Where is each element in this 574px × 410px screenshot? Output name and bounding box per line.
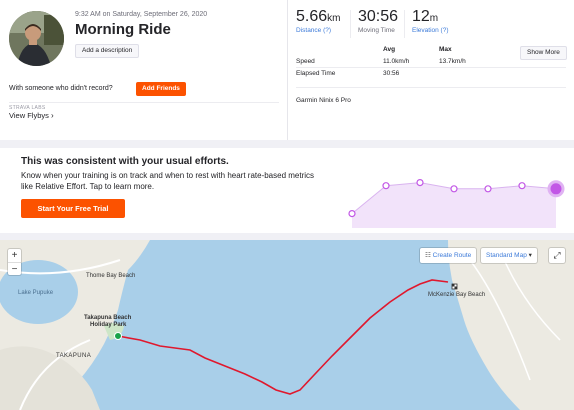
divider — [9, 102, 279, 103]
activity-stats: 5.66km Distance (?) 30:56 Moving Time 12… — [287, 0, 574, 140]
zoom-in-button[interactable]: + — [8, 249, 21, 262]
effort-title: This was consistent with your usual effo… — [21, 156, 229, 167]
distance-stat: 5.66km Distance (?) — [296, 8, 340, 34]
map-label-takapuna: TAKAPUNA — [56, 353, 92, 359]
zoom-controls: + − — [8, 249, 21, 275]
elapsed-time-value: 30:56 — [383, 70, 400, 77]
elapsed-time-label: Elapsed Time — [296, 70, 336, 77]
divider — [404, 10, 405, 38]
divider — [296, 67, 566, 68]
map-label-mckenzie: McKenzie Bay Beach — [428, 292, 486, 298]
elevation-value: 12 — [412, 8, 430, 25]
create-route-label: Create Route — [432, 252, 472, 259]
relative-effort-card[interactable]: This was consistent with your usual effo… — [0, 148, 574, 233]
friends-prompt: With someone who didn't record? — [9, 85, 113, 92]
trend-point — [382, 182, 390, 190]
athlete-avatar[interactable] — [9, 11, 64, 66]
map-style-dropdown[interactable]: Standard Map ▾ — [481, 248, 537, 263]
show-more-button[interactable]: Show More — [520, 46, 567, 60]
device-name: Garmin Ninix 6 Pro — [296, 97, 351, 104]
zoom-out-button[interactable]: − — [8, 262, 21, 275]
effort-trend-chart — [348, 178, 565, 228]
chevron-down-icon: ▾ — [528, 252, 532, 259]
add-friends-button[interactable]: Add Friends — [136, 82, 186, 96]
add-description-button[interactable]: Add a description — [75, 44, 140, 58]
activity-title[interactable]: Morning Ride — [75, 21, 171, 38]
free-trial-button[interactable]: Start Your Free Trial — [21, 199, 125, 218]
trend-point — [518, 182, 526, 190]
view-flybys-link[interactable]: View Flybys › — [9, 111, 54, 120]
effort-description: Know when your training is on track and … — [21, 171, 315, 191]
moving-time-label: Moving Time — [358, 27, 395, 34]
speed-label: Speed — [296, 58, 315, 65]
speed-max: 13.7km/h — [439, 58, 466, 65]
view-flybys-label: View Flybys — [9, 111, 49, 120]
map-canvas[interactable] — [0, 240, 574, 410]
activity-header: 9:32 AM on Saturday, September 26, 2020 … — [0, 0, 287, 140]
distance-label[interactable]: Distance (?) — [296, 27, 340, 34]
trend-current-point — [547, 180, 565, 198]
divider — [296, 87, 566, 88]
route-icon: ☷ — [425, 252, 431, 259]
map-label-takapuna-beach: Takapuna Beach — [84, 315, 132, 321]
moving-time-stat: 30:56 Moving Time — [358, 8, 398, 34]
moving-time-value: 30:56 — [358, 8, 399, 25]
trend-point — [348, 209, 356, 218]
distance-unit: km — [327, 13, 341, 24]
speed-avg: 11.0km/h — [383, 58, 410, 65]
land-east — [448, 240, 574, 410]
map-label-thome-bay: Thome Bay Beach — [86, 273, 136, 279]
chevron-right-icon: › — [50, 111, 54, 120]
activity-summary-card: 9:32 AM on Saturday, September 26, 2020 … — [0, 0, 574, 140]
fullscreen-button[interactable]: ⤢ — [549, 248, 565, 263]
distance-value: 5.66 — [296, 8, 328, 25]
trend-point — [416, 178, 424, 187]
trend-point — [450, 185, 458, 193]
map-label-lake: Lake Pupuke — [18, 290, 54, 296]
create-route-button[interactable]: ☷ Create Route — [420, 248, 477, 263]
elevation-stat: 12m Elevation (?) — [412, 8, 449, 34]
trend-point — [484, 185, 492, 193]
max-column-header: Max — [439, 46, 452, 53]
activity-datetime: 9:32 AM on Saturday, September 26, 2020 — [75, 11, 208, 18]
map-style-label: Standard Map — [486, 252, 527, 259]
elevation-label[interactable]: Elevation (?) — [412, 27, 449, 34]
route-start-marker — [114, 332, 122, 340]
route-map[interactable]: + − ☷ Create Route Standard Map ▾ ⤢ Thom… — [0, 240, 574, 410]
expand-icon: ⤢ — [553, 250, 561, 260]
divider — [350, 10, 351, 38]
ride-route — [117, 279, 449, 395]
map-label-holiday-park: Holiday Park — [90, 322, 127, 328]
elevation-unit: m — [429, 13, 439, 24]
avg-column-header: Avg — [383, 46, 396, 53]
